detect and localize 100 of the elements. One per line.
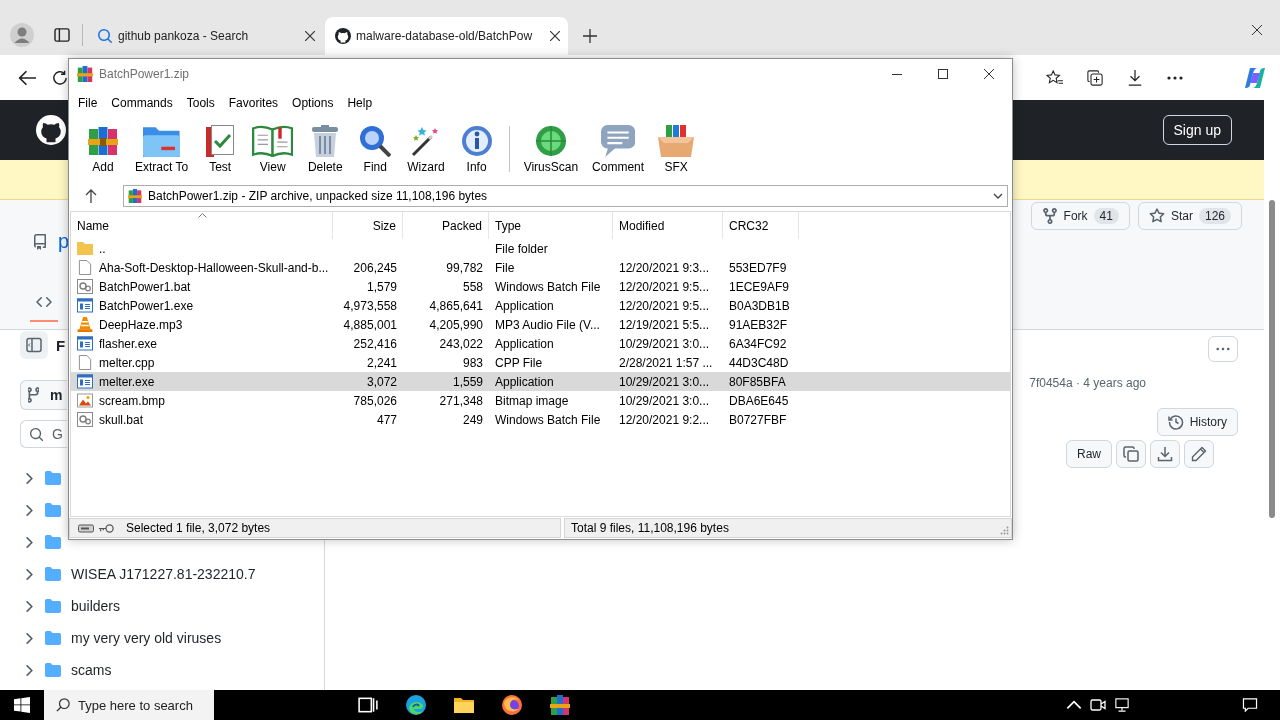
- toolbar-button[interactable]: Find: [351, 121, 400, 177]
- modified-date: 10/29/2021 3:0...: [619, 393, 710, 408]
- column-header[interactable]: Type: [489, 212, 613, 239]
- browser-tab[interactable]: malware-database-old/BatchPow: [325, 17, 568, 55]
- file-type: Windows Batch File: [495, 279, 601, 294]
- sign-up-button[interactable]: Sign up: [1162, 115, 1232, 145]
- packed-size: 249: [462, 412, 483, 427]
- tab-actions-icon[interactable]: [54, 27, 70, 42]
- back-arrow-icon: [18, 69, 36, 86]
- close-icon: [984, 69, 994, 79]
- file-row[interactable]: Aha-Soft-Desktop-Halloween-Skull-and-b... 206,245 99,782 File 12/20/2021 9:3... 553ED7F9: [71, 258, 1010, 277]
- toolbar-button[interactable]: View: [246, 121, 300, 177]
- menu-item[interactable]: Tools: [179, 93, 222, 113]
- path-field[interactable]: BatchPower1.zip - ZIP archive, unpacked size 11,108,196 bytes: [123, 185, 1008, 207]
- file-row[interactable]: scream.bmp 785,026 271,348 Bitmap image 10/29/2021 3:0... DBA6E645: [71, 391, 1010, 410]
- file-size: 4,973,558: [343, 298, 397, 313]
- package-icon: [658, 124, 695, 157]
- raw-button[interactable]: Raw: [1066, 440, 1112, 468]
- column-header[interactable]: Packed: [403, 212, 489, 239]
- download-button[interactable]: [1150, 440, 1180, 468]
- column-header[interactable]: Size: [333, 212, 403, 239]
- folder-icon: [454, 695, 474, 715]
- crc-value: DBA6E645: [729, 393, 789, 408]
- menu-item[interactable]: File: [71, 93, 105, 113]
- column-header[interactable]: CRC32: [723, 212, 799, 239]
- toolbar-button[interactable]: Info: [452, 121, 501, 177]
- arrow-up-icon: [85, 189, 97, 203]
- task-view-icon: [358, 695, 378, 715]
- cat-logo-icon[interactable]: [36, 115, 66, 145]
- resize-grip-icon[interactable]: [1000, 526, 1009, 535]
- column-header[interactable]: Name: [71, 212, 333, 239]
- toolbar-button[interactable]: Add: [79, 121, 127, 177]
- search-field[interactable]: G: [20, 420, 67, 448]
- crc-value: B0727FBF: [729, 412, 787, 427]
- refresh-icon: [53, 70, 67, 85]
- file-row[interactable]: BatchPower1.exe 4,973,558 4,865,641 Application 12/20/2021 9:5... B0A3DB1B: [71, 296, 1010, 315]
- file-size: 206,245: [353, 260, 397, 275]
- folder-icon: [45, 471, 61, 485]
- modified-date: 12/20/2021 9:5...: [619, 298, 710, 313]
- edit-button[interactable]: [1184, 440, 1214, 468]
- history-button[interactable]: History: [1156, 408, 1238, 436]
- fork-button[interactable]: Fork 41: [1030, 202, 1130, 230]
- menu-item[interactable]: Help: [340, 93, 380, 113]
- file-type: Windows Batch File: [495, 412, 601, 427]
- column-header[interactable]: Modified: [613, 212, 723, 239]
- star-button[interactable]: Star 126: [1137, 202, 1242, 230]
- packed-size: 558: [462, 279, 483, 294]
- document-icon: [77, 355, 93, 370]
- toolbar-button[interactable]: Delete: [301, 121, 350, 177]
- drive-icon: [78, 523, 94, 533]
- menu-item[interactable]: Favorites: [221, 93, 286, 113]
- toolbar-button[interactable]: Extract To: [129, 121, 195, 177]
- folder-name[interactable]: scams: [71, 662, 112, 678]
- open-book-icon: [252, 124, 294, 157]
- branch-button[interactable]: m: [20, 380, 67, 410]
- toolbar-button[interactable]: VirusScan: [517, 121, 585, 177]
- chevron-icon[interactable]: [26, 568, 33, 580]
- folder-name[interactable]: WISEA J171227.81-232210.7: [71, 566, 256, 582]
- copy-button[interactable]: [1116, 440, 1146, 468]
- packed-size: 99,782: [446, 260, 483, 275]
- file-row[interactable]: DeepHaze.mp3 4,885,001 4,205,990 MP3 Audio File (V... 12/19/2021 5:5... 91AEB32F: [71, 315, 1010, 334]
- menu-item[interactable]: Options: [285, 93, 341, 113]
- key-icon: [98, 523, 114, 533]
- owner-link[interactable]: p: [58, 230, 70, 253]
- file-row[interactable]: melter.exe 3,072 1,559 Application 10/29/2021 3:0... 80F85BFA: [71, 372, 1010, 391]
- file-row[interactable]: .. File folder: [71, 239, 1010, 258]
- chevron-icon[interactable]: [26, 536, 33, 548]
- toolbar-button[interactable]: Test: [196, 121, 245, 177]
- folder-name[interactable]: my very very old viruses: [71, 630, 222, 646]
- folder-name[interactable]: builders: [71, 598, 121, 614]
- toolbar-button[interactable]: Comment: [586, 121, 651, 177]
- search-field[interactable]: Type here to search: [44, 690, 214, 720]
- file-row[interactable]: BatchPower1.bat 1,579 558 Windows Batch File 12/20/2021 9:5... 1ECE9AF9: [71, 277, 1010, 296]
- crc-value: 1ECE9AF9: [729, 279, 790, 294]
- file-type: File folder: [495, 241, 548, 256]
- modified-date: 2/28/2021 1:57 ...: [619, 355, 713, 370]
- star-count: 126: [1198, 208, 1231, 224]
- file-size: 2,241: [366, 355, 397, 370]
- toolbar-button[interactable]: Wizard: [401, 121, 451, 177]
- chevron-icon[interactable]: [26, 600, 33, 612]
- menu-item[interactable]: Commands: [104, 93, 180, 113]
- modified-date: 12/20/2021 9:5...: [619, 279, 710, 294]
- chevron-icon[interactable]: [26, 504, 33, 516]
- file-row[interactable]: skull.bat 477 249 Windows Batch File 12/20/2021 9:2... B0727FBF: [71, 410, 1010, 429]
- browser-tab[interactable]: github pankoza - Search: [87, 17, 323, 55]
- file-row[interactable]: flasher.exe 252,416 243,022 Application 10/29/2021 3:0... 6A34FC92: [71, 334, 1010, 353]
- panel-toggle-button[interactable]: [20, 331, 48, 359]
- folder-icon: [45, 631, 61, 645]
- chevron-icon[interactable]: [26, 664, 33, 676]
- download-icon: [1126, 69, 1144, 86]
- total-status: Total 9 files, 11,108,196 bytes: [571, 521, 730, 535]
- chevron-icon[interactable]: [26, 472, 33, 484]
- file-row[interactable]: melter.cpp 2,241 983 CPP File 2/28/2021 1:57 ... 44D3C48D: [71, 353, 1010, 372]
- folder-icon: [143, 124, 180, 157]
- scrollbar-thumb[interactable]: [1269, 200, 1275, 518]
- search-icon: [56, 698, 70, 712]
- profile-icon[interactable]: [10, 22, 34, 47]
- toolbar-button[interactable]: SFX: [652, 121, 701, 177]
- chevron-icon[interactable]: [26, 632, 33, 644]
- pencil-icon: [1191, 446, 1207, 462]
